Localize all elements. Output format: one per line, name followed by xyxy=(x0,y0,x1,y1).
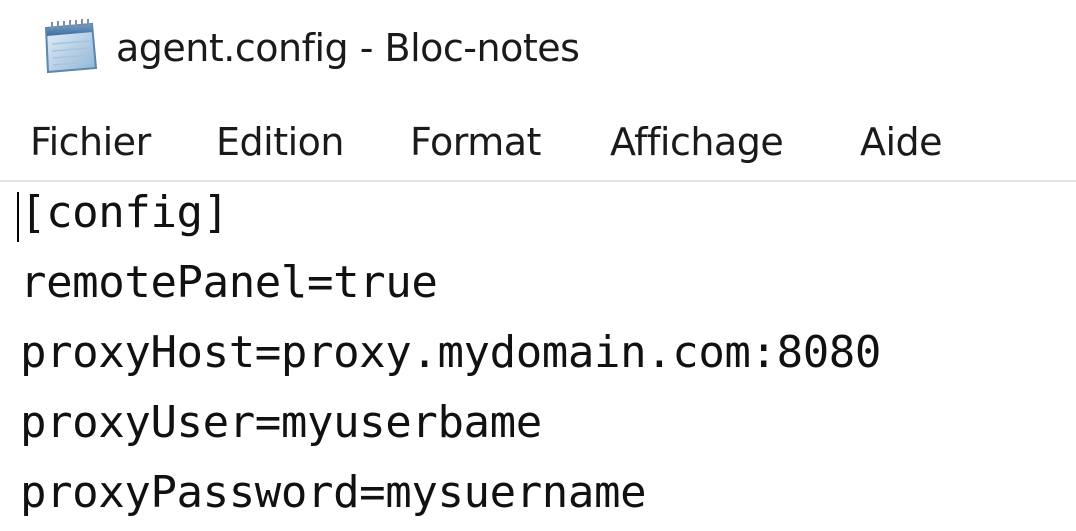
window-title: agent.config - Bloc-notes xyxy=(116,26,580,70)
editor-line: proxyHost=proxy.mydomain.com:8080 xyxy=(20,327,881,378)
menu-affichage[interactable]: Affichage xyxy=(610,116,784,168)
editor-line: proxyUser=myuserbame xyxy=(20,397,542,448)
menu-format[interactable]: Format xyxy=(410,116,541,168)
text-caret xyxy=(17,192,19,242)
menu-fichier[interactable]: Fichier xyxy=(30,116,151,168)
menu-edition[interactable]: Edition xyxy=(216,116,344,168)
title-bar[interactable]: agent.config - Bloc-notes xyxy=(0,0,1076,96)
editor-line: [config] xyxy=(20,187,229,238)
notepad-icon xyxy=(38,18,100,74)
editor-line: proxyPassword=mysuername xyxy=(20,467,647,518)
editor-line: remotePanel=true xyxy=(20,257,438,308)
notepad-window: agent.config - Bloc-notes Fichier Editio… xyxy=(0,0,1076,531)
menu-aide[interactable]: Aide xyxy=(860,116,943,168)
text-editor[interactable]: [config] remotePanel=true proxyHost=prox… xyxy=(0,182,1076,531)
menu-bar: Fichier Edition Format Affichage Aide xyxy=(0,104,1076,182)
